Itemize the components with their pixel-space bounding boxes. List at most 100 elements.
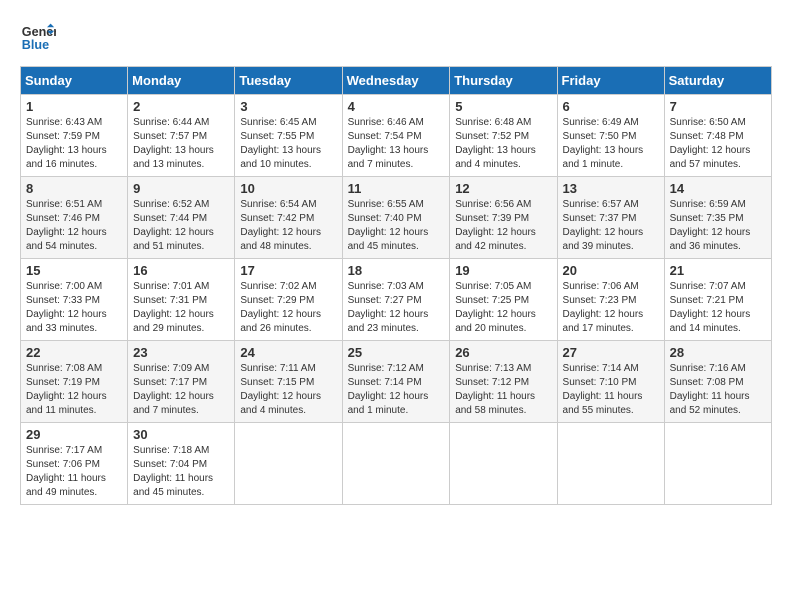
day-number: 9: [133, 181, 229, 196]
calendar-cell: 14 Sunrise: 6:59 AM Sunset: 7:35 PM Dayli…: [664, 177, 771, 259]
day-number: 22: [26, 345, 122, 360]
cell-info: Sunrise: 7:02 AM Sunset: 7:29 PM Dayligh…: [240, 280, 336, 336]
calendar-table: SundayMondayTuesdayWednesdayThursdayFrid…: [20, 66, 772, 505]
calendar-week-row: 8 Sunrise: 6:51 AM Sunset: 7:46 PM Daylig…: [21, 177, 772, 259]
calendar-cell: 15Sunrise: 7:00 AM Sunset: 7:33 PM Dayli…: [21, 259, 128, 341]
cell-info: Sunrise: 6:50 AM Sunset: 7:48 PM Dayligh…: [670, 116, 766, 172]
cell-info: Sunrise: 6:49 AM Sunset: 7:50 PM Dayligh…: [563, 116, 659, 172]
weekday-header-saturday: Saturday: [664, 67, 771, 95]
logo-icon: General Blue: [20, 20, 56, 56]
day-number: 7: [670, 99, 766, 114]
cell-info: Sunrise: 6:55 AM Sunset: 7:40 PM Dayligh…: [348, 198, 445, 254]
calendar-cell: 23 Sunrise: 7:09 AM Sunset: 7:17 PM Dayli…: [128, 341, 235, 423]
calendar-cell: 4 Sunrise: 6:46 AM Sunset: 7:54 PM Daylig…: [342, 95, 450, 177]
header: General Blue: [20, 20, 772, 56]
day-number: 12: [455, 181, 551, 196]
day-number: 19: [455, 263, 551, 278]
weekday-header-tuesday: Tuesday: [235, 67, 342, 95]
calendar-cell: 8 Sunrise: 6:51 AM Sunset: 7:46 PM Daylig…: [21, 177, 128, 259]
cell-info: Sunrise: 6:54 AM Sunset: 7:42 PM Dayligh…: [240, 198, 336, 254]
calendar-cell: 21 Sunrise: 7:07 AM Sunset: 7:21 PM Dayli…: [664, 259, 771, 341]
calendar-cell: 10 Sunrise: 6:54 AM Sunset: 7:42 PM Dayli…: [235, 177, 342, 259]
cell-info: Sunrise: 6:56 AM Sunset: 7:39 PM Dayligh…: [455, 198, 551, 254]
calendar-cell: 1 Sunrise: 6:43 AM Sunset: 7:59 PM Daylig…: [21, 95, 128, 177]
cell-info: Sunrise: 7:11 AM Sunset: 7:15 PM Dayligh…: [240, 362, 336, 418]
calendar-cell: [664, 423, 771, 505]
calendar-cell: 20Sunrise: 7:06 AM Sunset: 7:23 PM Dayli…: [557, 259, 664, 341]
cell-info: Sunrise: 7:09 AM Sunset: 7:17 PM Dayligh…: [133, 362, 229, 418]
calendar-cell: 17 Sunrise: 7:02 AM Sunset: 7:29 PM Dayli…: [235, 259, 342, 341]
day-number: 27: [563, 345, 659, 360]
calendar-cell: [450, 423, 557, 505]
cell-info: Sunrise: 7:13 AM Sunset: 7:12 PM Dayligh…: [455, 362, 551, 418]
day-number: 20: [563, 263, 659, 278]
cell-info: Sunrise: 7:14 AM Sunset: 7:10 PM Dayligh…: [563, 362, 659, 418]
day-number: 21: [670, 263, 766, 278]
calendar-cell: 11 Sunrise: 6:55 AM Sunset: 7:40 PM Dayli…: [342, 177, 450, 259]
calendar-header-row: SundayMondayTuesdayWednesdayThursdayFrid…: [21, 67, 772, 95]
cell-info: Sunrise: 7:12 AM Sunset: 7:14 PM Dayligh…: [348, 362, 445, 418]
cell-info: Sunrise: 7:18 AM Sunset: 7:04 PM Dayligh…: [133, 444, 229, 500]
calendar-cell: 5 Sunrise: 6:48 AM Sunset: 7:52 PM Daylig…: [450, 95, 557, 177]
calendar-cell: 24 Sunrise: 7:11 AM Sunset: 7:15 PM Dayli…: [235, 341, 342, 423]
day-number: 4: [348, 99, 445, 114]
calendar-cell: 6 Sunrise: 6:49 AM Sunset: 7:50 PM Daylig…: [557, 95, 664, 177]
cell-info: Sunrise: 6:43 AM Sunset: 7:59 PM Dayligh…: [26, 116, 122, 172]
day-number: 24: [240, 345, 336, 360]
day-number: 16: [133, 263, 229, 278]
calendar-cell: 30 Sunrise: 7:18 AM Sunset: 7:04 PM Dayli…: [128, 423, 235, 505]
calendar-week-row: 1 Sunrise: 6:43 AM Sunset: 7:59 PM Daylig…: [21, 95, 772, 177]
calendar-cell: 25Sunrise: 7:12 AM Sunset: 7:14 PM Dayli…: [342, 341, 450, 423]
calendar-week-row: 29 Sunrise: 7:17 AM Sunset: 7:06 PM Dayli…: [21, 423, 772, 505]
day-number: 18: [348, 263, 445, 278]
day-number: 30: [133, 427, 229, 442]
calendar-cell: 3Sunrise: 6:45 AM Sunset: 7:55 PM Daylig…: [235, 95, 342, 177]
calendar-cell: [557, 423, 664, 505]
weekday-header-wednesday: Wednesday: [342, 67, 450, 95]
day-number: 17: [240, 263, 336, 278]
calendar-cell: [342, 423, 450, 505]
weekday-header-monday: Monday: [128, 67, 235, 95]
day-number: 13: [563, 181, 659, 196]
calendar-cell: 26 Sunrise: 7:13 AM Sunset: 7:12 PM Dayli…: [450, 341, 557, 423]
cell-info: Sunrise: 7:17 AM Sunset: 7:06 PM Dayligh…: [26, 444, 122, 500]
day-number: 6: [563, 99, 659, 114]
calendar-cell: 28Sunrise: 7:16 AM Sunset: 7:08 PM Dayli…: [664, 341, 771, 423]
calendar-cell: 12 Sunrise: 6:56 AM Sunset: 7:39 PM Dayli…: [450, 177, 557, 259]
calendar-cell: 27 Sunrise: 7:14 AM Sunset: 7:10 PM Dayli…: [557, 341, 664, 423]
calendar-cell: 22 Sunrise: 7:08 AM Sunset: 7:19 PM Dayli…: [21, 341, 128, 423]
cell-info: Sunrise: 7:01 AM Sunset: 7:31 PM Dayligh…: [133, 280, 229, 336]
calendar-week-row: 22 Sunrise: 7:08 AM Sunset: 7:19 PM Dayli…: [21, 341, 772, 423]
weekday-header-thursday: Thursday: [450, 67, 557, 95]
cell-info: Sunrise: 6:48 AM Sunset: 7:52 PM Dayligh…: [455, 116, 551, 172]
cell-info: Sunrise: 6:51 AM Sunset: 7:46 PM Dayligh…: [26, 198, 122, 254]
day-number: 8: [26, 181, 122, 196]
cell-info: Sunrise: 6:59 AM Sunset: 7:35 PM Dayligh…: [670, 198, 766, 254]
day-number: 10: [240, 181, 336, 196]
cell-info: Sunrise: 7:07 AM Sunset: 7:21 PM Dayligh…: [670, 280, 766, 336]
weekday-header-friday: Friday: [557, 67, 664, 95]
calendar-cell: 29 Sunrise: 7:17 AM Sunset: 7:06 PM Dayli…: [21, 423, 128, 505]
calendar-cell: [235, 423, 342, 505]
cell-info: Sunrise: 6:45 AM Sunset: 7:55 PM Dayligh…: [240, 116, 336, 172]
day-number: 15: [26, 263, 122, 278]
cell-info: Sunrise: 6:46 AM Sunset: 7:54 PM Dayligh…: [348, 116, 445, 172]
cell-info: Sunrise: 7:08 AM Sunset: 7:19 PM Dayligh…: [26, 362, 122, 418]
calendar-week-row: 15Sunrise: 7:00 AM Sunset: 7:33 PM Dayli…: [21, 259, 772, 341]
cell-info: Sunrise: 7:16 AM Sunset: 7:08 PM Dayligh…: [670, 362, 766, 418]
day-number: 23: [133, 345, 229, 360]
day-number: 29: [26, 427, 122, 442]
day-number: 26: [455, 345, 551, 360]
calendar-cell: 7 Sunrise: 6:50 AM Sunset: 7:48 PM Daylig…: [664, 95, 771, 177]
cell-info: Sunrise: 6:44 AM Sunset: 7:57 PM Dayligh…: [133, 116, 229, 172]
cell-info: Sunrise: 6:52 AM Sunset: 7:44 PM Dayligh…: [133, 198, 229, 254]
cell-info: Sunrise: 7:03 AM Sunset: 7:27 PM Dayligh…: [348, 280, 445, 336]
svg-text:Blue: Blue: [22, 38, 49, 52]
calendar-cell: 9 Sunrise: 6:52 AM Sunset: 7:44 PM Daylig…: [128, 177, 235, 259]
day-number: 14: [670, 181, 766, 196]
day-number: 5: [455, 99, 551, 114]
day-number: 11: [348, 181, 445, 196]
day-number: 1: [26, 99, 122, 114]
cell-info: Sunrise: 7:05 AM Sunset: 7:25 PM Dayligh…: [455, 280, 551, 336]
logo: General Blue: [20, 20, 56, 56]
